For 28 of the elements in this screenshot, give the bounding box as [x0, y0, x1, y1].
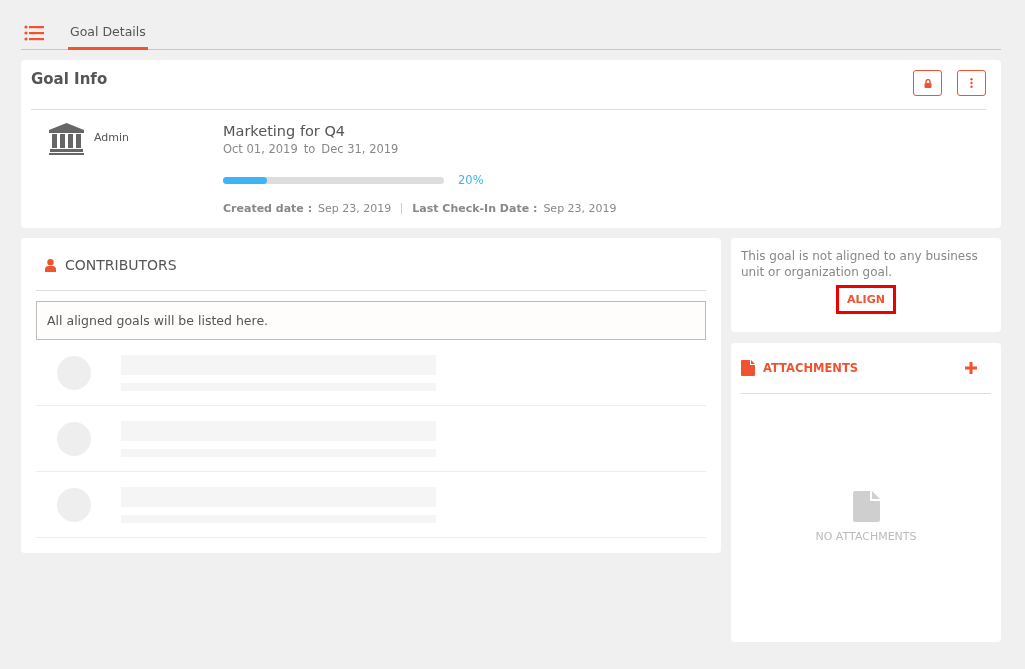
- notice-box: All aligned goals will be listed here.: [36, 301, 706, 340]
- align-button[interactable]: ALIGN: [836, 285, 896, 314]
- person-icon: [45, 258, 56, 272]
- card-title: Goal Info: [31, 70, 108, 88]
- checkin-label: Last Check-In Date :: [412, 202, 538, 215]
- owner-name: Admin: [94, 131, 130, 144]
- progress-reading: 20%: [458, 173, 484, 187]
- date-separator: to: [303, 142, 316, 156]
- goal-name: Marketing for Q4: [223, 123, 347, 139]
- checkin-date: Sep 23, 2019: [543, 202, 617, 215]
- section-title: ATTACHMENTS: [763, 361, 860, 375]
- end-date: Dec 31, 2019: [321, 142, 399, 156]
- tab[interactable]: Goal Details: [68, 24, 148, 50]
- start-date: Oct 01, 2019: [223, 142, 298, 156]
- alignment-message: This goal is not aligned to any business unit or organization goal.: [741, 248, 979, 280]
- section-title: CONTRIBUTORS: [65, 257, 177, 273]
- created-label: Created date :: [223, 202, 313, 215]
- document-icon: [852, 491, 880, 522]
- created-date: Sep 23, 2019: [318, 202, 392, 215]
- lock-button[interactable]: [913, 70, 942, 96]
- add-icon[interactable]: [965, 362, 977, 374]
- list-icon[interactable]: [24, 25, 44, 41]
- more-icon: [970, 78, 973, 88]
- document-icon: [741, 360, 755, 376]
- empty-message: NO ATTACHMENTS: [815, 530, 917, 543]
- lock-icon: [923, 78, 932, 88]
- building-icon: [49, 123, 84, 155]
- more-button[interactable]: [957, 70, 986, 96]
